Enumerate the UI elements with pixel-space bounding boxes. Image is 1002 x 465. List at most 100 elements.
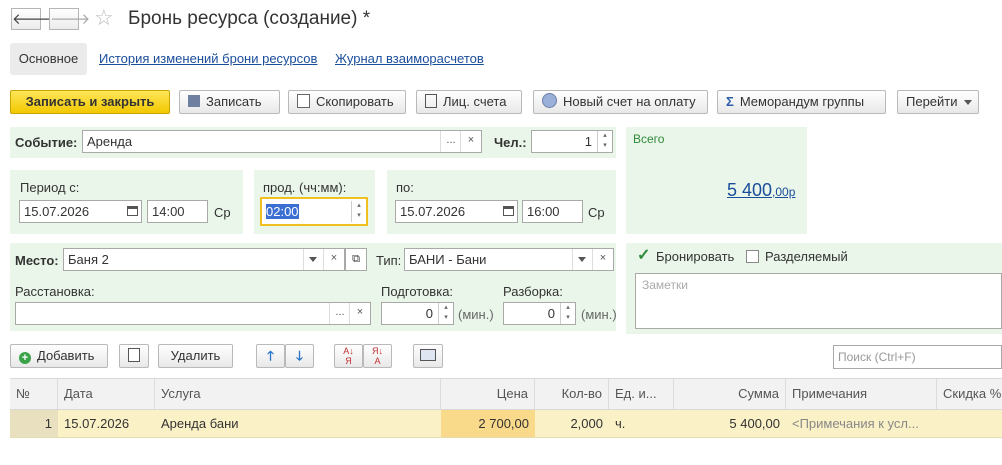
save-and-close-button[interactable]: Записать и закрыть xyxy=(10,90,170,114)
tab-settlements-journal[interactable]: Журнал взаиморасчетов xyxy=(335,51,484,66)
add-row-button[interactable]: + Добавить xyxy=(10,344,108,368)
spin-up-down-icon[interactable]: ▴ ▾ xyxy=(597,131,612,152)
type-value: БАНИ - Бани xyxy=(409,252,487,267)
dropdown-icon[interactable] xyxy=(572,249,593,270)
time-from-field[interactable]: 14:00 xyxy=(147,200,208,223)
col-header-sum[interactable]: Сумма xyxy=(674,379,786,409)
select-ellipsis-icon[interactable]: ... xyxy=(329,303,350,324)
arrangement-field[interactable]: ... × xyxy=(15,302,371,325)
open-place-icon[interactable]: ⧉ xyxy=(345,248,367,271)
new-invoice-label: Новый счет на оплату xyxy=(563,94,696,109)
ledger-icon xyxy=(425,94,437,108)
table-header: № Дата Услуга Цена Кол-во Ед. и... Сумма… xyxy=(10,378,1002,410)
total-amount: 5 400 xyxy=(727,180,773,200)
accounts-label: Лиц. счета xyxy=(443,94,507,109)
total-label: Всего xyxy=(633,132,665,146)
dropdown-icon[interactable] xyxy=(303,249,324,270)
select-ellipsis-icon[interactable]: ... xyxy=(440,131,461,152)
duration-field[interactable]: 02:00 ▴ ▾ xyxy=(260,197,368,226)
total-amount-link[interactable]: 5 400,00р xyxy=(727,180,795,201)
sort-desc-button[interactable]: Я↓ A xyxy=(363,344,392,368)
tab-main[interactable]: Основное xyxy=(10,43,87,75)
move-up-button[interactable]: 🡑 xyxy=(256,344,285,368)
time-from-value: 14:00 xyxy=(152,204,185,219)
move-down-button[interactable]: 🡓 xyxy=(285,344,314,368)
duration-label: прод. (чч:мм): xyxy=(263,180,347,195)
copy-row-icon xyxy=(128,348,140,362)
cell-service: Аренда бани xyxy=(161,416,239,431)
printer-icon xyxy=(420,349,436,361)
calendar-icon[interactable] xyxy=(503,206,514,216)
cell-notes: <Примечания к усл... xyxy=(792,416,919,431)
spin-up-down-icon[interactable]: ▴ ▾ xyxy=(351,201,366,222)
spin-up-down-icon[interactable]: ▴ ▾ xyxy=(438,303,453,324)
calendar-icon[interactable] xyxy=(127,206,138,216)
book-label: Бронировать xyxy=(656,249,735,264)
people-field[interactable]: 1 ▴ ▾ xyxy=(531,130,613,153)
spin-up-down-icon[interactable]: ▴ ▾ xyxy=(560,303,575,324)
cell-date: 15.07.2026 xyxy=(64,416,130,431)
date-from-value: 15.07.2026 xyxy=(24,204,90,219)
notes-placeholder: Заметки xyxy=(642,278,688,292)
sort-asc-button[interactable]: A↓ Я xyxy=(334,344,363,368)
col-header-service[interactable]: Услуга xyxy=(155,379,441,409)
book-checkbox[interactable]: ✓ xyxy=(637,247,651,264)
place-value: Баня 2 xyxy=(68,252,109,267)
col-header-qty[interactable]: Кол-во xyxy=(535,379,609,409)
cell-price: 2 700,00 xyxy=(441,410,535,437)
dropdown-arrow-icon xyxy=(963,100,972,105)
clear-icon[interactable]: × xyxy=(349,303,370,324)
col-header-date[interactable]: Дата xyxy=(58,379,155,409)
col-header-discount[interactable]: Скидка % xyxy=(937,379,1002,409)
arrow-down-icon: 🡓 xyxy=(296,348,303,363)
copy-row-button[interactable] xyxy=(119,344,149,368)
col-header-unit[interactable]: Ед. и... xyxy=(609,379,674,409)
arrow-up-icon: 🡑 xyxy=(267,348,274,363)
favorite-star-icon[interactable]: ☆ xyxy=(94,5,114,31)
teardown-field[interactable]: 0 ▴ ▾ xyxy=(503,302,576,325)
goto-menu-button[interactable]: Перейти xyxy=(897,90,979,114)
col-header-notes[interactable]: Примечания xyxy=(786,379,937,409)
tab-booking-history[interactable]: История изменений брони ресурсов xyxy=(99,51,317,66)
time-to-value: 16:00 xyxy=(527,204,560,219)
copy-button[interactable]: Скопировать xyxy=(288,90,406,114)
clear-icon[interactable]: × xyxy=(323,249,344,270)
event-field[interactable]: Аренда ... × xyxy=(82,130,482,153)
total-cents: ,00р xyxy=(772,185,796,199)
forward-button[interactable]: 🡒 xyxy=(49,8,90,30)
table-row[interactable]: 1 15.07.2026 Аренда бани 2 700,00 2,000 … xyxy=(10,410,1002,438)
notes-field[interactable]: Заметки xyxy=(635,273,1002,329)
goto-label: Перейти xyxy=(906,94,958,109)
event-value: Аренда xyxy=(87,134,133,149)
shared-checkbox[interactable] xyxy=(746,250,759,263)
sort-desc-icon: Я↓ A xyxy=(372,346,383,366)
prep-value: 0 xyxy=(425,306,433,321)
date-from-field[interactable]: 15.07.2026 xyxy=(19,200,142,223)
day-from-label: Ср xyxy=(214,205,231,220)
back-button[interactable]: 🡐 xyxy=(11,8,52,30)
new-invoice-button[interactable]: Новый счет на оплату xyxy=(533,90,708,114)
invoice-icon xyxy=(542,93,557,108)
to-label: по: xyxy=(396,180,414,195)
place-field[interactable]: Баня 2 × xyxy=(63,248,345,271)
add-label: Добавить xyxy=(37,348,95,363)
print-table-button[interactable] xyxy=(413,344,443,368)
plus-circle-icon: + xyxy=(19,352,31,364)
type-label: Тип: xyxy=(376,253,402,268)
checkmark-icon: ✓ xyxy=(637,247,651,264)
col-header-price[interactable]: Цена xyxy=(441,379,535,409)
save-button[interactable]: Записать xyxy=(179,90,280,114)
clear-icon[interactable]: × xyxy=(460,131,481,152)
col-header-n[interactable]: № xyxy=(10,379,58,409)
clear-icon[interactable]: × xyxy=(592,249,613,270)
prep-field[interactable]: 0 ▴ ▾ xyxy=(381,302,454,325)
teardown-label: Разборка: xyxy=(503,284,563,299)
search-placeholder: Поиск (Ctrl+F) xyxy=(838,350,916,364)
type-field[interactable]: БАНИ - Бани × xyxy=(404,248,614,271)
group-memo-button[interactable]: Σ Меморандум группы xyxy=(717,90,886,114)
delete-row-button[interactable]: Удалить xyxy=(158,344,233,368)
search-input[interactable]: Поиск (Ctrl+F) xyxy=(833,345,1002,369)
accounts-button[interactable]: Лиц. счета xyxy=(416,90,522,114)
date-to-field[interactable]: 15.07.2026 xyxy=(395,200,518,223)
time-to-field[interactable]: 16:00 xyxy=(522,200,583,223)
